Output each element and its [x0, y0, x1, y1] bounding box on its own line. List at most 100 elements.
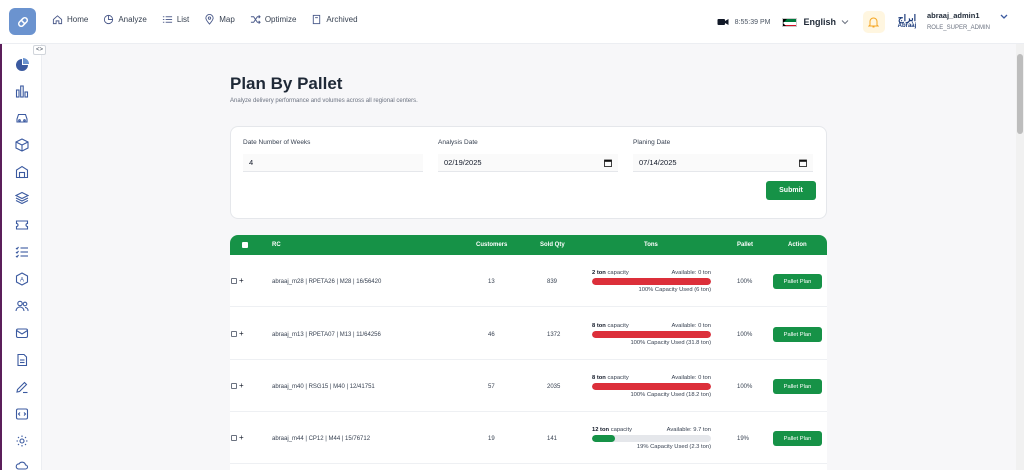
sidebar-item-vehicles[interactable] — [14, 110, 30, 126]
row-checkbox[interactable] — [231, 435, 237, 441]
chevron-down-icon — [841, 20, 849, 25]
row-tons-used: 100% Capacity Used (6 ton) — [638, 287, 712, 293]
weeks-label: Date Number of Weeks — [243, 139, 311, 146]
sidebar-item-analytics[interactable] — [14, 57, 30, 73]
brand: ابراج Abraaj abraaj_admin1 ROLE_SUPER_AD… — [895, 10, 1008, 34]
nav-analyze[interactable]: Analyze — [103, 14, 147, 25]
sidebar: A — [2, 44, 42, 470]
row-checkbox[interactable] — [231, 331, 237, 337]
row-capacity-word: capacity — [610, 427, 632, 433]
analysis-date-field: Analysis Date 02/19/2025 — [438, 139, 618, 172]
planning-date-label: Planing Date — [633, 139, 671, 146]
table-row: + abraaj_m44 | CP12 | M44 | 15/76712 19 … — [230, 412, 827, 464]
nav-analyze-label: Analyze — [118, 15, 147, 24]
abraaj-logo: ابراج Abraaj — [895, 10, 919, 34]
nav-list[interactable]: List — [162, 14, 189, 25]
row-checkbox[interactable] — [231, 278, 237, 284]
row-customers: 19 — [488, 436, 495, 442]
col-pallet[interactable]: Pallet — [737, 242, 753, 248]
expand-row-icon[interactable]: + — [239, 382, 244, 390]
page-scrollbar[interactable] — [1016, 44, 1024, 470]
user-info[interactable]: abraaj_admin1 ROLE_SUPER_ADMIN — [927, 10, 990, 34]
sidebar-item-messages[interactable] — [14, 325, 30, 341]
row-pallet: 100% — [737, 279, 753, 285]
planning-date-input[interactable]: 07/14/2025 — [633, 154, 813, 172]
ticket-icon — [15, 220, 29, 230]
pallet-plan-button[interactable]: Pallet Plan — [773, 431, 822, 446]
pallet-plan-button[interactable]: Pallet Plan — [773, 274, 822, 289]
video-camera-icon[interactable] — [717, 17, 729, 27]
table-row: + abraaj_m13 | RPETA07 | M13 | 11/64256 … — [230, 308, 827, 360]
calendar-icon[interactable] — [604, 159, 612, 167]
expand-row-icon[interactable]: + — [239, 434, 244, 442]
sidebar-item-documents[interactable] — [14, 352, 30, 368]
language-selector[interactable]: English — [782, 17, 849, 27]
sidebar-item-settings[interactable] — [14, 433, 30, 449]
sidebar-item-warehouses[interactable] — [14, 164, 30, 180]
analysis-date-input[interactable]: 02/19/2025 — [438, 154, 618, 172]
sidebar-item-reports[interactable] — [14, 83, 30, 99]
brand-english: Abraaj — [897, 23, 917, 29]
sidebar-item-cloud[interactable] — [14, 458, 30, 470]
row-tons-used: 100% Capacity Used (31.8 ton) — [630, 340, 711, 346]
row-checkbox[interactable] — [231, 383, 237, 389]
row-tons-capacity: 8 ton — [592, 375, 606, 381]
svg-text:A: A — [20, 278, 24, 284]
pallet-plan-button[interactable]: Pallet Plan — [773, 379, 822, 394]
capacity-bar-fill — [592, 278, 711, 285]
row-customers: 13 — [488, 279, 495, 285]
capacity-bar — [592, 383, 711, 390]
sidebar-item-translations[interactable]: A — [14, 271, 30, 287]
row-capacity-word: capacity — [607, 323, 629, 329]
col-sold-qty[interactable]: Sold Qty — [540, 242, 565, 248]
notifications-button[interactable] — [862, 11, 885, 33]
archive-icon — [313, 14, 321, 25]
nav-map[interactable]: Map — [204, 14, 235, 25]
row-tons: 12 ton capacity Available: 9.7 ton 19% C… — [592, 427, 711, 450]
sidebar-item-layers[interactable] — [14, 190, 30, 206]
nav-map-label: Map — [219, 15, 235, 24]
user-role: ROLE_SUPER_ADMIN — [926, 25, 990, 31]
kuwait-flag-icon — [782, 17, 798, 27]
col-rc[interactable]: RC — [272, 242, 281, 248]
nav-archived-label: Archived — [326, 15, 358, 24]
row-pallet: 100% — [737, 332, 753, 338]
sidebar-item-code[interactable] — [14, 406, 30, 422]
row-customers: 46 — [488, 332, 495, 338]
pallet-plan-button[interactable]: Pallet Plan — [773, 327, 822, 342]
row-capacity-word: capacity — [607, 270, 629, 276]
calendar-icon[interactable] — [799, 159, 807, 167]
pie-chart-icon — [104, 14, 114, 25]
user-menu-chevron-icon[interactable] — [1000, 14, 1008, 20]
nav-archived[interactable]: Archived — [311, 14, 358, 25]
main-nav: Home Analyze List Map Optimize Archived — [52, 14, 373, 25]
expand-row-icon[interactable]: + — [239, 277, 244, 285]
nav-optimize[interactable]: Optimize — [250, 14, 296, 25]
weeks-value: 4 — [249, 158, 254, 167]
nav-list-label: List — [176, 15, 190, 24]
row-tons-available: Available: 0 ton — [671, 323, 711, 329]
weeks-input[interactable]: 4 — [243, 154, 423, 172]
planning-date-value: 07/14/2025 — [639, 158, 677, 167]
sidebar-item-users[interactable] — [14, 298, 30, 314]
row-sold-qty: 1372 — [547, 332, 561, 338]
select-all-checkbox[interactable] — [242, 242, 248, 248]
submit-button[interactable]: Submit — [766, 181, 816, 200]
col-customers[interactable]: Customers — [476, 242, 507, 248]
analysis-date-value: 02/19/2025 — [444, 158, 482, 167]
nav-home[interactable]: Home — [52, 14, 88, 25]
row-tons-capacity: 12 ton — [592, 427, 610, 433]
sidebar-item-products[interactable] — [14, 137, 30, 153]
bar-chart-icon — [15, 85, 29, 98]
app-logo-button[interactable] — [9, 8, 36, 35]
box-icon — [15, 138, 29, 152]
top-bar: Home Analyze List Map Optimize Archived … — [0, 0, 1024, 44]
col-action: Action — [788, 242, 807, 248]
sidebar-item-tasks[interactable] — [14, 244, 30, 260]
sidebar-item-edit[interactable] — [14, 379, 30, 395]
sidebar-item-tickets[interactable] — [14, 217, 30, 233]
expand-row-icon[interactable]: + — [239, 330, 244, 338]
sidebar-collapse-toggle[interactable]: <> — [33, 45, 46, 55]
scrollbar-thumb[interactable] — [1017, 54, 1023, 134]
col-tons[interactable]: Tons — [644, 242, 658, 248]
